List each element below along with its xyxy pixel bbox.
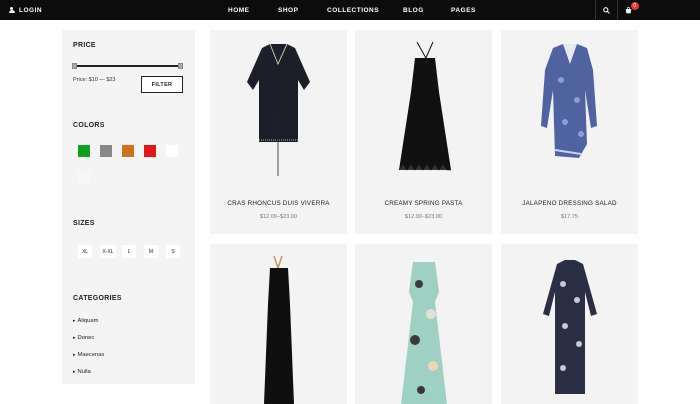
category-label: Maecenas (77, 352, 105, 358)
product-card[interactable]: JALAPENO DRESSING SALAD $17.75 (501, 30, 638, 234)
category-label: Donec (77, 335, 95, 341)
colors-title: COLORS (73, 122, 105, 129)
product-name[interactable]: CRAS RHONCUS DUIS VIVERRA (210, 200, 347, 207)
product-image[interactable] (501, 30, 638, 190)
size-option-l[interactable]: L (122, 245, 136, 258)
size-option-xl[interactable]: XL (78, 245, 92, 258)
top-nav-bar: LOGIN HOME SHOP COLLECTIONS BLOG PAGES 0 (0, 0, 700, 20)
size-option-s[interactable]: S (166, 245, 180, 258)
category-label: Aliquam (77, 318, 99, 324)
login-label: LOGIN (19, 6, 43, 14)
price-slider[interactable] (72, 63, 183, 69)
dress-photo (264, 255, 294, 404)
dress-photo (398, 41, 451, 171)
price-range-text: Price: $10 — $23 (73, 77, 116, 83)
filter-sidebar: PRICE Price: $10 — $23 FILTER COLORS SIZ… (62, 30, 195, 384)
cart-count-badge: 0 (631, 2, 639, 10)
categories-title: CATEGORIES (73, 295, 122, 302)
dress-photo (543, 260, 597, 394)
product-card[interactable] (501, 244, 638, 404)
search-icon (603, 6, 610, 14)
product-price: $17.75 (560, 214, 579, 220)
product-image[interactable] (501, 244, 638, 404)
user-icon (8, 6, 15, 14)
size-option-x-xl[interactable]: X-XL (100, 245, 116, 258)
product-price: $12.00–$23.00 (259, 214, 298, 220)
nav-item-blog[interactable]: BLOG (403, 7, 424, 14)
size-option-m[interactable]: M (144, 245, 158, 258)
product-image[interactable] (355, 30, 492, 190)
color-swatch[interactable] (100, 145, 112, 157)
sizes-title: SIZES (73, 220, 95, 227)
category-item[interactable]: ▸ Maecenas (73, 352, 104, 358)
category-item[interactable]: ▸ Donec (73, 335, 94, 341)
product-card[interactable] (210, 244, 347, 404)
category-item[interactable]: ▸ Nulla (73, 369, 91, 375)
caret-right-icon: ▸ (73, 369, 76, 375)
product-card[interactable] (355, 244, 492, 404)
caret-right-icon: ▸ (73, 335, 76, 341)
cart-button[interactable]: 0 (617, 0, 639, 20)
category-label: Nulla (77, 369, 91, 375)
price-slider-min-handle[interactable] (72, 63, 77, 69)
nav-item-collections[interactable]: COLLECTIONS (327, 7, 379, 14)
color-swatch[interactable] (166, 145, 178, 157)
price-slider-max-handle[interactable] (178, 63, 183, 69)
product-name[interactable]: JALAPENO DRESSING SALAD (501, 200, 638, 207)
price-title: PRICE (73, 42, 96, 49)
login-link[interactable]: LOGIN (8, 0, 42, 20)
color-swatch[interactable] (122, 145, 134, 157)
caret-right-icon: ▸ (73, 352, 76, 358)
product-price: $12.00–$23.00 (404, 214, 443, 220)
nav-item-home[interactable]: HOME (228, 7, 250, 14)
color-swatch[interactable] (78, 145, 90, 157)
product-card[interactable]: CRAS RHONCUS DUIS VIVERRA $12.00–$23.00 (210, 30, 347, 234)
category-item[interactable]: ▸ Aliquam (73, 318, 98, 324)
product-name[interactable]: CREAMY SPRING PASTA (355, 200, 492, 207)
product-image[interactable] (210, 244, 347, 404)
color-swatch[interactable] (78, 171, 90, 183)
search-button[interactable] (595, 0, 617, 20)
dress-photo (541, 44, 597, 158)
dress-photo (247, 43, 310, 176)
filter-button[interactable]: FILTER (141, 76, 183, 93)
product-image[interactable] (210, 30, 347, 190)
product-card[interactable]: CREAMY SPRING PASTA $12.00–$23.00 (355, 30, 492, 234)
color-swatch[interactable] (144, 145, 156, 157)
nav-item-shop[interactable]: SHOP (278, 7, 298, 14)
caret-right-icon: ▸ (73, 318, 76, 324)
nav-item-pages[interactable]: PAGES (451, 7, 476, 14)
product-image[interactable] (355, 244, 492, 404)
dress-photo (401, 262, 447, 404)
